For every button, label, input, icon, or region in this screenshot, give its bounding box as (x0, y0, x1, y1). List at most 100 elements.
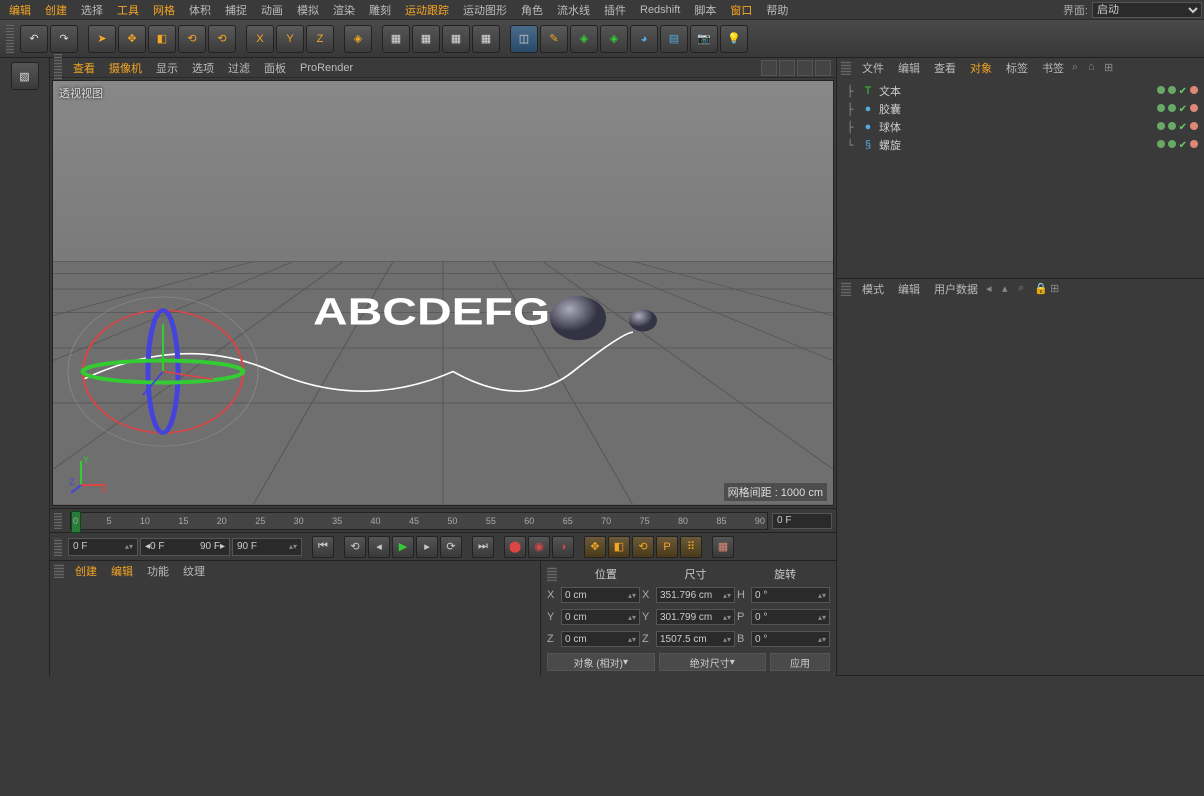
record-button[interactable]: ⬤ (504, 536, 526, 558)
add-floor-button[interactable]: ▤ (660, 25, 688, 53)
frame-start-field[interactable]: 0 F▴▾ (68, 538, 138, 556)
render-view-button[interactable]: ▦ (382, 25, 410, 53)
menu-sculpt[interactable]: 雕刻 (362, 0, 398, 20)
attr-grip[interactable] (841, 282, 851, 296)
mat-tab-function[interactable]: 功能 (140, 561, 176, 581)
timeline-track[interactable]: 051015202530354045505560657075808590 (70, 512, 768, 530)
obj-search-icon[interactable]: ⌕ (1072, 61, 1086, 75)
visibility-render-dot[interactable] (1168, 140, 1176, 148)
position-field[interactable]: 0 cm▴▾ (561, 587, 640, 603)
menu-snap[interactable]: 捕捉 (218, 0, 254, 20)
object-row[interactable]: ├ ● 球体 ✔ (843, 118, 1198, 136)
enable-check-icon[interactable]: ✔ (1179, 86, 1187, 97)
coord-size-mode-select[interactable]: 绝对尺寸 ▾ (659, 653, 767, 671)
attr-tab-edit[interactable]: 编辑 (891, 279, 927, 299)
mat-tab-edit[interactable]: 编辑 (104, 561, 140, 581)
key-param-button[interactable]: P (656, 536, 678, 558)
undo-button[interactable]: ↶ (20, 25, 48, 53)
playbar-grip[interactable] (54, 538, 62, 556)
obj-tab-file[interactable]: 文件 (855, 58, 891, 78)
menu-simulate[interactable]: 模拟 (290, 0, 326, 20)
visibility-render-dot[interactable] (1168, 122, 1176, 130)
size-field[interactable]: 301.799 cm▴▾ (656, 609, 735, 625)
menu-plugins[interactable]: 插件 (597, 0, 633, 20)
mat-grip[interactable] (54, 564, 64, 578)
vp-menu-options[interactable]: 选项 (185, 58, 221, 78)
menu-help[interactable]: 帮助 (759, 0, 795, 20)
timeline-grip[interactable] (54, 513, 62, 529)
position-field[interactable]: 0 cm▴▾ (561, 631, 640, 647)
scale-tool[interactable]: ◧ (148, 25, 176, 53)
move-tool[interactable]: ✥ (118, 25, 146, 53)
layout-select[interactable]: 启动 (1092, 2, 1202, 18)
mat-tab-create[interactable]: 创建 (68, 561, 104, 581)
goto-end-button[interactable]: ⏭ (472, 536, 494, 558)
size-field[interactable]: 1507.5 cm▴▾ (656, 631, 735, 647)
obj-tab-edit[interactable]: 编辑 (891, 58, 927, 78)
menu-redshift[interactable]: Redshift (633, 2, 687, 18)
obj-tab-tags[interactable]: 标签 (999, 58, 1035, 78)
enable-check-icon[interactable]: ✔ (1179, 122, 1187, 133)
playback-mode-button[interactable]: ▦ (712, 536, 734, 558)
add-deformer-button[interactable]: ◈ (600, 25, 628, 53)
visibility-render-dot[interactable] (1168, 86, 1176, 94)
tag-dot[interactable] (1190, 140, 1198, 148)
rotation-field[interactable]: 0 °▴▾ (751, 587, 830, 603)
select-tool[interactable]: ➤ (88, 25, 116, 53)
keyframe-sel-button[interactable]: ◑ (552, 536, 574, 558)
attr-nav-back-icon[interactable]: ◂ (986, 282, 1000, 296)
enable-check-icon[interactable]: ✔ (1179, 104, 1187, 115)
lock-z-button[interactable]: Z (306, 25, 334, 53)
menu-window[interactable]: 窗口 (723, 0, 759, 20)
attr-lock-icon[interactable]: 🔒 (1034, 282, 1048, 296)
visibility-editor-dot[interactable] (1157, 140, 1165, 148)
add-environment-button[interactable]: ◕ (630, 25, 658, 53)
visibility-editor-dot[interactable] (1157, 122, 1165, 130)
obj-tab-objects[interactable]: 对象 (963, 58, 999, 78)
autokey-button[interactable]: ◉ (528, 536, 550, 558)
object-row[interactable]: ├ ● 胶囊 ✔ (843, 100, 1198, 118)
obj-grip[interactable] (841, 61, 851, 75)
size-field[interactable]: 351.796 cm▴▾ (656, 587, 735, 603)
obj-expand-icon[interactable]: ⊞ (1104, 61, 1118, 75)
render-pv-button[interactable]: ▦ (442, 25, 470, 53)
visibility-render-dot[interactable] (1168, 104, 1176, 112)
menu-tracker[interactable]: 运动跟踪 (398, 0, 456, 20)
tag-dot[interactable] (1190, 86, 1198, 94)
menu-character[interactable]: 角色 (514, 0, 550, 20)
play-button[interactable]: ▶ (392, 536, 414, 558)
mat-tab-texture[interactable]: 纹理 (176, 561, 212, 581)
vp-menu-display[interactable]: 显示 (149, 58, 185, 78)
attr-expand-icon[interactable]: ⊞ (1050, 282, 1064, 296)
vp-menu-filter[interactable]: 过滤 (221, 58, 257, 78)
prev-key-button[interactable]: ⟲ (344, 536, 366, 558)
coord-mode-select[interactable]: 对象 (相对) ▾ (547, 653, 655, 671)
add-generator-button[interactable]: ◈ (570, 25, 598, 53)
object-row[interactable]: ├ T 文本 ✔ (843, 82, 1198, 100)
menu-script[interactable]: 脚本 (687, 0, 723, 20)
obj-tab-bookmarks[interactable]: 书签 (1035, 58, 1071, 78)
vp-menu-view[interactable]: 查看 (66, 58, 102, 78)
goto-start-button[interactable]: ⏮ (312, 536, 334, 558)
tag-dot[interactable] (1190, 104, 1198, 112)
tag-dot[interactable] (1190, 122, 1198, 130)
render-region-button[interactable]: ▦ (412, 25, 440, 53)
rotation-field[interactable]: 0 °▴▾ (751, 631, 830, 647)
toolbar-grip[interactable] (6, 25, 14, 53)
last-tool[interactable]: ⟲ (208, 25, 236, 53)
menu-animate[interactable]: 动画 (254, 0, 290, 20)
rotation-field[interactable]: 0 °▴▾ (751, 609, 830, 625)
attr-search-icon[interactable]: ⌕ (1018, 282, 1032, 296)
lock-x-button[interactable]: X (246, 25, 274, 53)
vp-menu-panel[interactable]: 面板 (257, 58, 293, 78)
render-settings-button[interactable]: ▦ (472, 25, 500, 53)
lock-y-button[interactable]: Y (276, 25, 304, 53)
visibility-editor-dot[interactable] (1157, 104, 1165, 112)
visibility-editor-dot[interactable] (1157, 86, 1165, 94)
next-key-button[interactable]: ⟳ (440, 536, 462, 558)
enable-check-icon[interactable]: ✔ (1179, 140, 1187, 151)
perspective-viewport[interactable]: 透视视图 (52, 80, 834, 506)
vp-nav-pan-icon[interactable] (761, 60, 777, 76)
menu-pipeline[interactable]: 流水线 (550, 0, 597, 20)
key-rot-button[interactable]: ⟲ (632, 536, 654, 558)
